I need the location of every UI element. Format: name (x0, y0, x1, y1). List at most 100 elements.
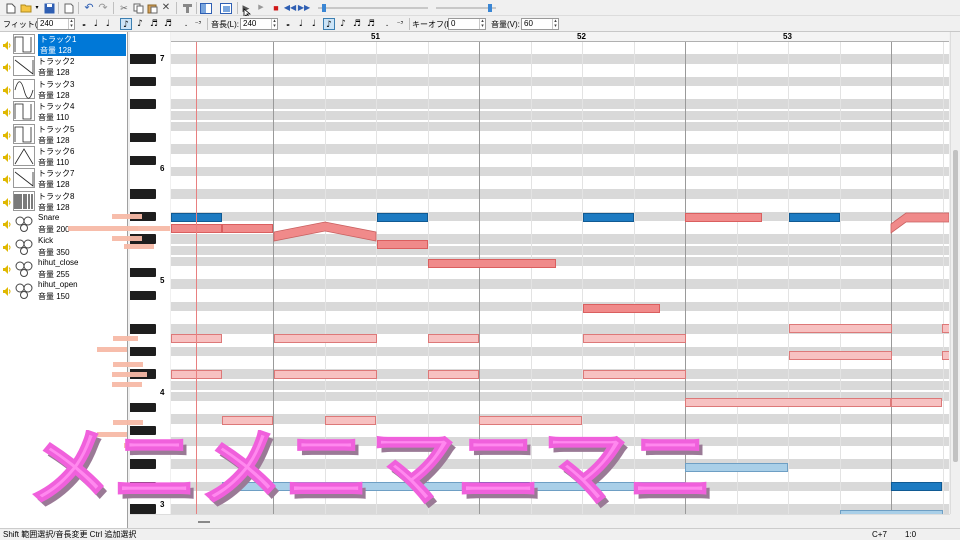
track-row[interactable]: トラック3 音量 128 (0, 78, 127, 101)
vertical-scroll-thumb[interactable] (953, 150, 958, 462)
sixteenth-note-button[interactable]: ♪ (134, 18, 146, 30)
track-row[interactable]: Snare 音量 200 (0, 212, 127, 235)
black-key[interactable] (130, 54, 156, 64)
track-volume: 音量 150 (38, 292, 70, 302)
fast-forward-icon[interactable]: ▶▶ (298, 2, 310, 14)
tempo-slider-thumb[interactable] (488, 4, 492, 12)
speaker-icon[interactable] (3, 153, 12, 162)
horizontal-scroll-thumb[interactable] (198, 521, 210, 523)
speaker-icon[interactable] (3, 287, 12, 297)
track-volume: 音量 110 (38, 158, 69, 167)
delete-icon[interactable]: ✕ (160, 2, 172, 14)
half-note-button[interactable]: ♩ (90, 18, 102, 30)
volume-spinbox[interactable]: 60 ▴ ▾ (521, 18, 559, 30)
length-dot-button[interactable]: . (381, 18, 393, 30)
black-key[interactable] (130, 290, 156, 300)
quarter-note-button[interactable]: ♩ (102, 18, 114, 30)
speaker-icon[interactable] (3, 63, 12, 73)
track-name: トラック7 (38, 169, 75, 179)
length-eighth-button[interactable]: ♪ (323, 18, 335, 30)
triplet-button[interactable]: ⁻³ (192, 18, 204, 30)
black-key[interactable] (130, 403, 156, 413)
track-row[interactable]: トラック7 音量 128 (0, 167, 127, 190)
black-key[interactable] (130, 324, 156, 334)
length-quarter-button[interactable]: ♩ (308, 18, 320, 30)
speaker-icon[interactable] (3, 85, 12, 95)
stop-icon[interactable]: ■ (270, 2, 282, 14)
cut-icon[interactable]: ✂ (118, 2, 130, 14)
properties-icon[interactable] (181, 2, 193, 14)
whole-note-button[interactable]: 𝅝 (78, 18, 90, 30)
length-triplet-button[interactable]: ⁻³ (394, 18, 406, 30)
length-half-button[interactable]: ♩ (295, 18, 307, 30)
track-name: トラック5 (38, 124, 75, 134)
track-row[interactable]: hihut_open 音量 150 (0, 279, 127, 302)
drum-kit-icon (15, 283, 33, 300)
track-volume: 音量 128 (38, 45, 126, 56)
window-split-icon[interactable] (220, 2, 232, 14)
new-file-icon[interactable] (5, 2, 17, 14)
track-row[interactable]: トラック4 音量 110 (0, 100, 127, 123)
speaker-icon[interactable] (3, 242, 12, 252)
copy-icon[interactable] (132, 2, 144, 14)
track-name: hihut_open (38, 280, 78, 290)
track-row[interactable]: トラック2 音量 128 (0, 55, 127, 78)
sixtyfourth-note-button[interactable]: ♬ (162, 18, 174, 30)
black-key[interactable] (130, 133, 156, 143)
track-name: トラック8 (38, 191, 75, 201)
speaker-icon[interactable] (3, 130, 12, 140)
length-sixteenth-button[interactable]: ♪ (337, 18, 349, 30)
fit-spinbox[interactable]: 240 ▴ ▾ (37, 18, 75, 30)
speaker-icon[interactable] (3, 41, 12, 50)
paste-icon[interactable] (146, 2, 158, 14)
speaker-icon[interactable] (3, 220, 12, 230)
position-slider[interactable] (318, 4, 428, 12)
waveform-icon (13, 146, 35, 166)
position-slider-thumb[interactable] (322, 4, 326, 12)
track-row[interactable]: トラック1 音量 128 (0, 33, 127, 56)
black-key[interactable] (130, 346, 156, 356)
rewind-icon[interactable]: ◀◀ (284, 2, 296, 14)
export-icon[interactable] (63, 2, 75, 14)
black-key[interactable] (130, 189, 156, 199)
black-key[interactable] (130, 155, 156, 165)
track-row[interactable]: トラック6 音量 110 (0, 145, 127, 168)
window-layout-icon[interactable] (200, 2, 212, 14)
speaker-icon[interactable] (3, 197, 12, 207)
redo-icon[interactable]: ↷ (97, 2, 109, 14)
vertical-scrollbar[interactable] (950, 32, 960, 514)
length-value: 240 (243, 19, 257, 28)
tempo-slider[interactable] (436, 4, 496, 12)
black-key[interactable] (130, 99, 156, 109)
length-thirtysecond-button[interactable]: ♬ (351, 18, 363, 30)
length-spinbox[interactable]: 240 ▴ ▾ (240, 18, 278, 30)
volume-label: 音量(V): (491, 20, 520, 29)
speaker-icon[interactable] (3, 175, 12, 185)
track-row[interactable]: Kick 音量 350 (0, 235, 127, 258)
save-icon[interactable] (43, 2, 55, 14)
undo-icon[interactable]: ↶ (83, 2, 95, 14)
octave-label: 5 (160, 276, 165, 285)
horizontal-scrollbar[interactable] (130, 514, 950, 528)
keyoff-spinbox[interactable]: 0 ▴ ▾ (448, 18, 486, 30)
track-volume: 音量 350 (38, 247, 70, 257)
speaker-icon[interactable] (3, 265, 12, 274)
eighth-note-button[interactable]: ♪ (120, 18, 132, 30)
play-from-start-icon[interactable]: ▶ (255, 2, 267, 14)
black-key[interactable] (130, 268, 156, 278)
drum-kit-icon (15, 239, 33, 255)
waveform-icon (13, 101, 35, 122)
ghost-note (113, 420, 143, 425)
thirtysecond-note-button[interactable]: ♬ (148, 18, 160, 30)
track-name: トラック2 (38, 57, 75, 67)
black-key[interactable] (130, 76, 156, 86)
ghost-note (113, 362, 143, 367)
track-row[interactable]: トラック8 音量 128 (0, 190, 127, 213)
track-row[interactable]: トラック5 音量 128 (0, 123, 127, 146)
track-row[interactable]: hihut_close 音量 255 (0, 257, 127, 280)
dot-button[interactable]: . (180, 18, 192, 30)
open-dropdown-icon[interactable]: ▾ (31, 2, 43, 14)
length-whole-button[interactable]: 𝅝 (282, 18, 294, 30)
length-sixtyfourth-button[interactable]: ♬ (365, 18, 377, 30)
speaker-icon[interactable] (3, 108, 12, 118)
